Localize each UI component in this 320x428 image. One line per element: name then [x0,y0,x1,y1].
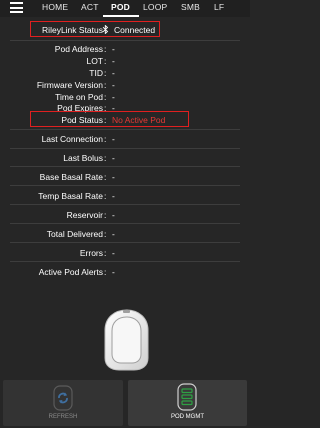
pod-status-value: No Active Pod [112,115,166,125]
last-bolus-value: - [112,153,115,163]
pod-mgmt-button[interactable]: POD MGMT [128,380,247,426]
pod-management-icon [177,383,197,416]
separator: : [104,134,107,144]
reservoir-label: Reservoir [66,210,103,220]
tid-label: TID [89,68,103,78]
divider [10,40,240,41]
firmware-version-label: Firmware Version [36,80,103,90]
tid-value: - [112,68,115,78]
divider [10,166,240,167]
active-tab-indicator [103,15,139,17]
last-connection-value: - [112,134,115,144]
firmware-version-value: - [112,80,115,90]
refresh-button[interactable]: REFRESH [3,380,123,426]
divider [10,223,240,224]
errors-value: - [112,248,115,258]
active-pod-alerts-label: Active Pod Alerts [38,267,103,277]
separator: : [104,115,107,125]
errors-label: Errors [79,248,103,258]
total-delivered-label: Total Delivered [46,229,103,239]
separator: : [104,267,107,277]
separator: : [104,80,107,90]
tab-pod[interactable]: POD [111,2,130,12]
lot-label: LOT [86,56,103,66]
last-bolus-label: Last Bolus [63,153,103,163]
divider [10,204,240,205]
bluetooth-icon [102,24,109,36]
reservoir-value: - [112,210,115,220]
refresh-icon [53,385,73,416]
tab-act[interactable]: ACT [81,2,99,12]
temp-basal-rate-label: Temp Basal Rate [38,191,103,201]
rileylink-status-value: Connected [114,25,156,35]
pod-address-value: - [112,44,115,54]
time-on-pod-label: Time on Pod [55,92,103,102]
separator: : [104,248,107,258]
separator: : [104,229,107,239]
separator: : [104,210,107,220]
separator: : [104,56,107,66]
pod-status-label: Pod Status [61,115,103,125]
pod-mgmt-button-label: POD MGMT [171,414,204,420]
total-delivered-value: - [112,229,115,239]
separator: : [104,172,107,182]
divider [10,261,240,262]
temp-basal-rate-value: - [112,191,115,201]
base-basal-rate-value: - [112,172,115,182]
separator: : [104,68,107,78]
divider [10,242,240,243]
refresh-button-label: REFRESH [48,414,78,420]
divider [10,129,240,130]
time-on-pod-value: - [112,92,115,102]
active-pod-alerts-value: - [112,267,115,277]
hamburger-menu-icon[interactable] [10,2,23,13]
separator: : [104,44,107,54]
tab-lf[interactable]: LF [214,2,224,12]
separator: : [104,191,107,201]
divider [10,148,240,149]
tab-home[interactable]: HOME [42,2,68,12]
separator: : [104,153,107,163]
last-connection-label: Last Connection [41,134,103,144]
pod-device-illustration [103,308,150,372]
tab-smb[interactable]: SMB [181,2,200,12]
lot-value: - [112,56,115,66]
pod-address-label: Pod Address [54,44,103,54]
separator: : [104,92,107,102]
rileylink-status-label: RileyLink Status [42,25,103,35]
tab-loop[interactable]: LOOP [143,2,167,12]
divider [10,185,240,186]
top-tab-bar: HOME ACT POD LOOP SMB LF [0,0,250,17]
base-basal-rate-label: Base Basal Rate [39,172,103,182]
